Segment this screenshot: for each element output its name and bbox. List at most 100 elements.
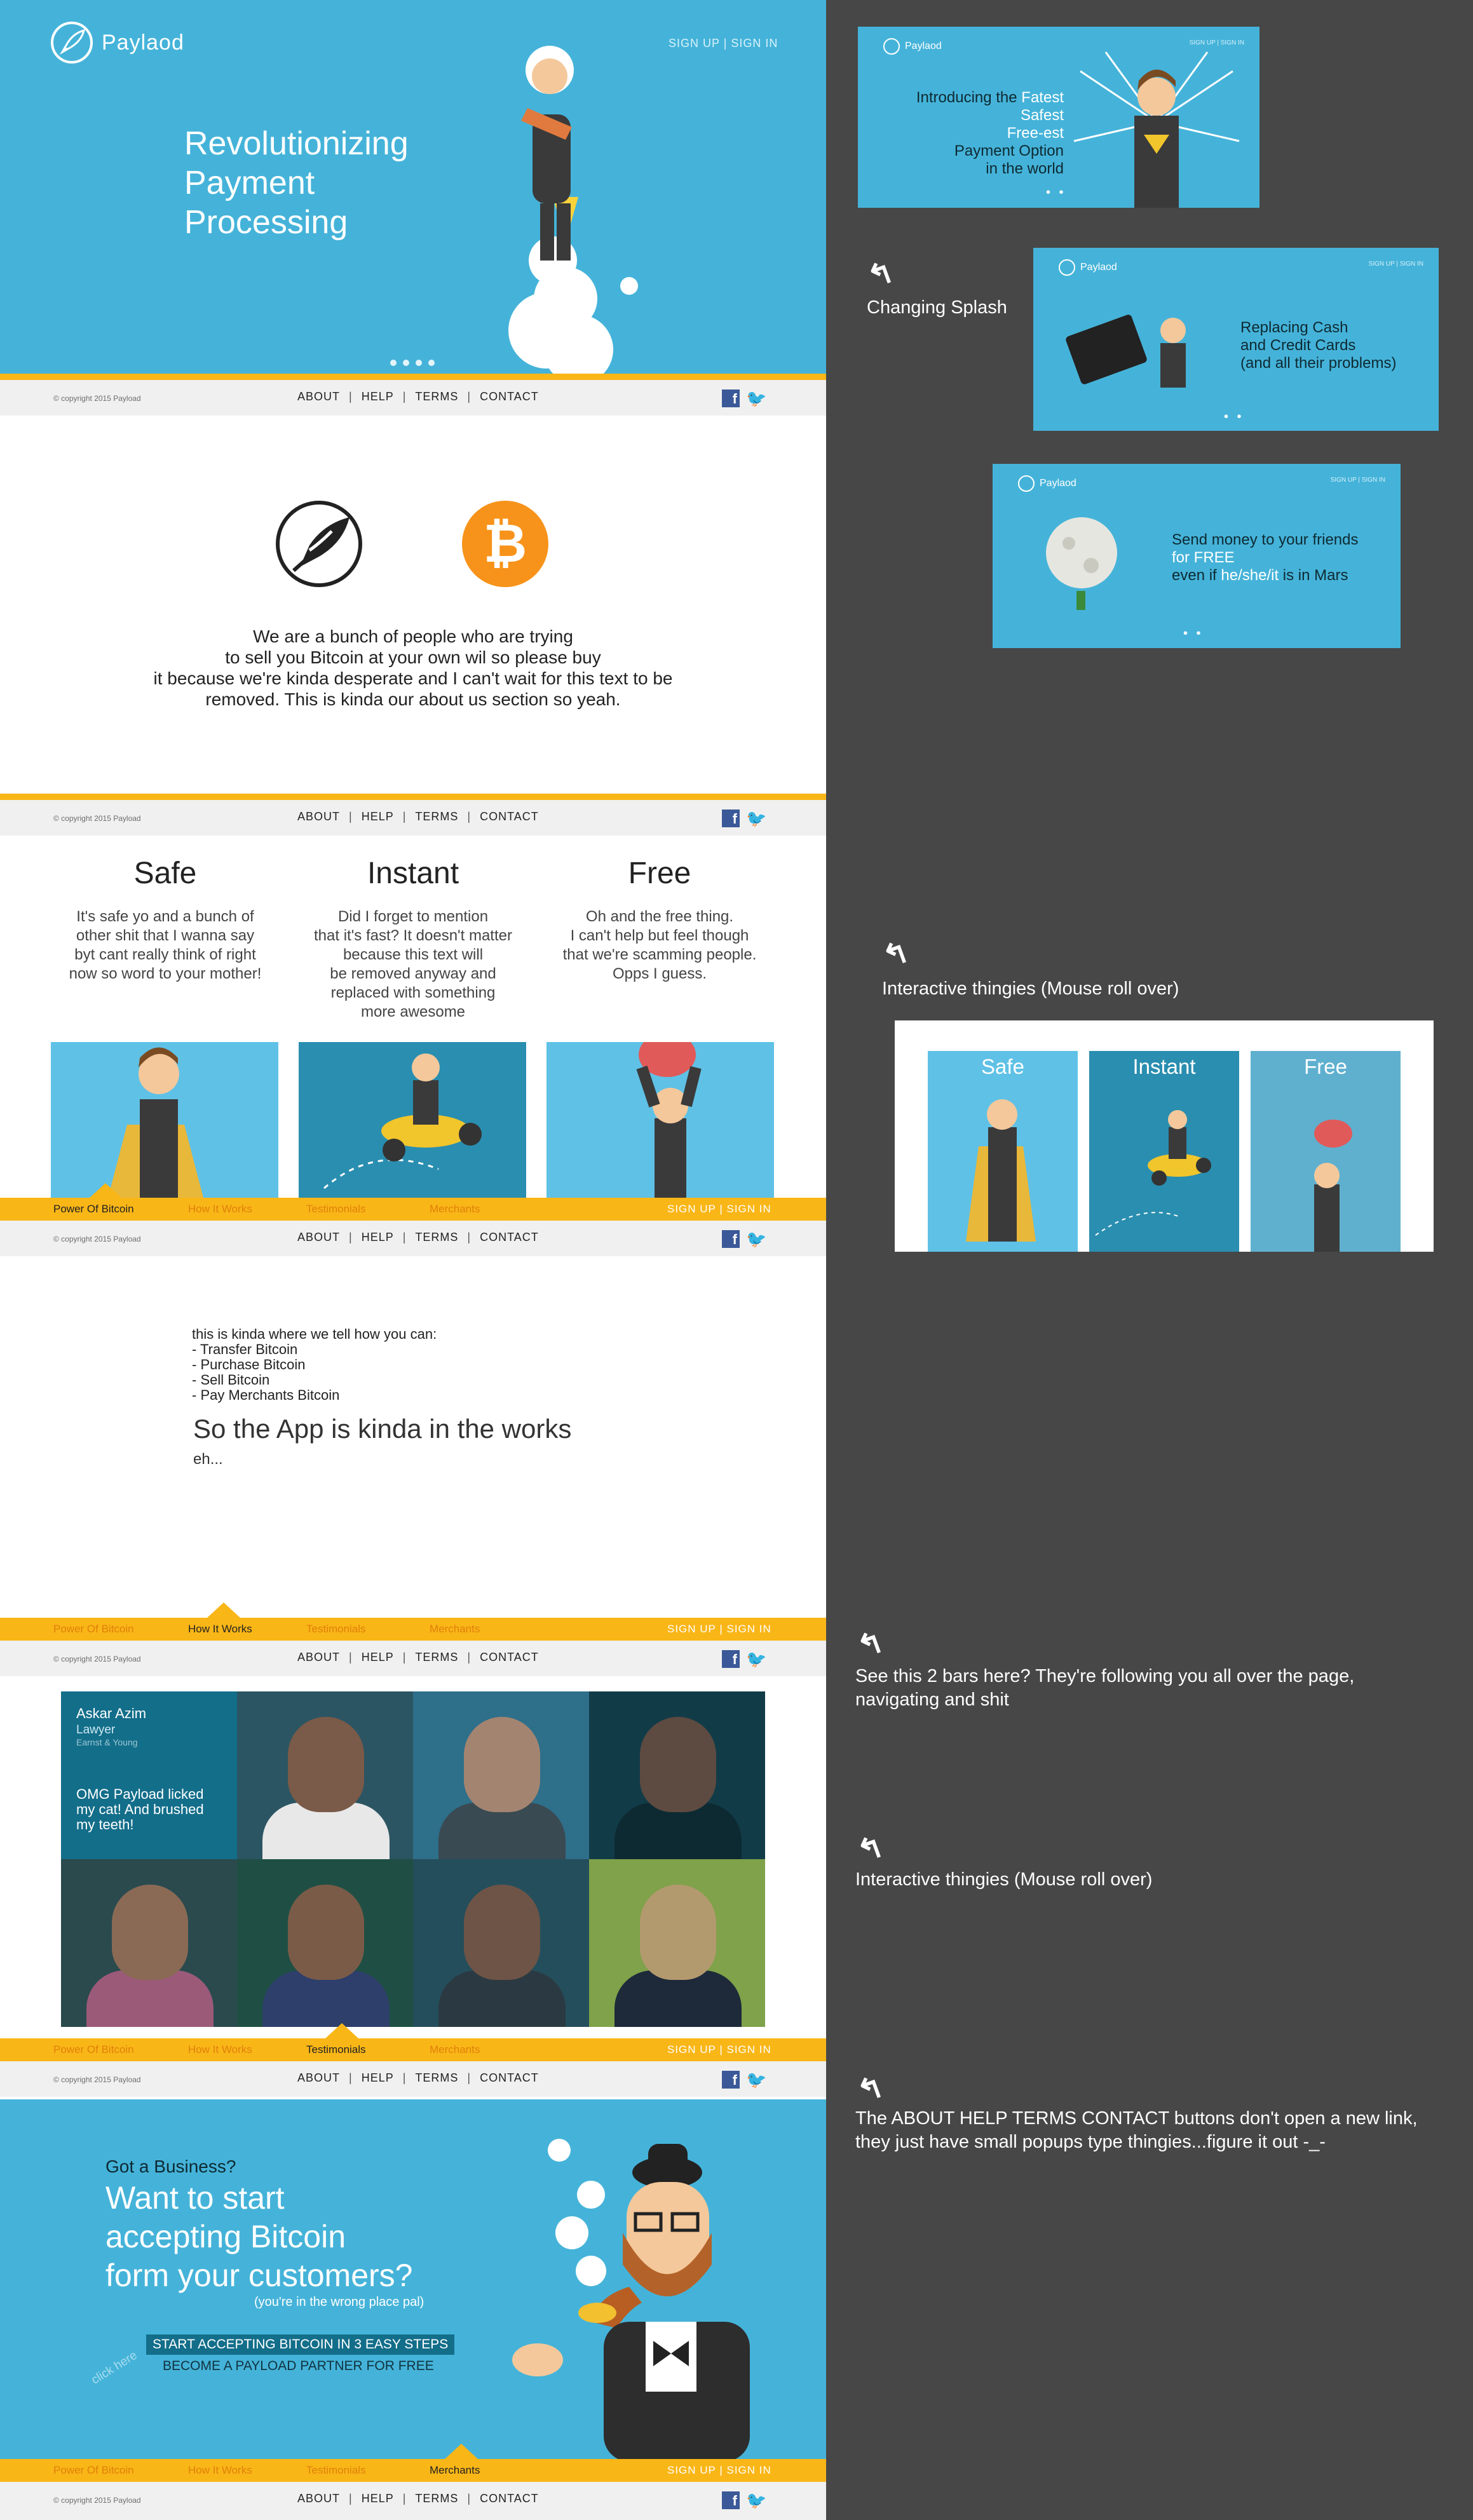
- footer-help-link[interactable]: HELP: [362, 1651, 394, 1664]
- feature-panel-free[interactable]: [546, 1033, 774, 1198]
- slide-dot[interactable]: [390, 360, 397, 366]
- twitter-icon[interactable]: 🐦: [746, 390, 766, 407]
- signin-link[interactable]: SIGN IN: [726, 1623, 771, 1635]
- brand-logo[interactable]: Paylaod: [51, 22, 184, 64]
- person-face: [464, 1717, 540, 1812]
- signup-link[interactable]: SIGN UP: [667, 2043, 716, 2056]
- footer-contact-link[interactable]: CONTACT: [480, 1651, 539, 1664]
- footer-contact-link[interactable]: CONTACT: [480, 810, 539, 823]
- nav-testimonials[interactable]: Testimonials: [306, 1623, 366, 1636]
- signup-link[interactable]: SIGN UP: [667, 1203, 716, 1215]
- testimonial-photo[interactable]: [589, 1859, 765, 2027]
- nav-merchants[interactable]: Merchants: [430, 2043, 480, 2056]
- nav-power-of-bitcoin[interactable]: Power Of Bitcoin: [53, 2464, 134, 2477]
- signin-link[interactable]: SIGN IN: [726, 2464, 771, 2476]
- slide-dot[interactable]: [403, 360, 409, 366]
- nav-merchants[interactable]: Merchants: [430, 1203, 480, 1216]
- start-accepting-button[interactable]: START ACCEPTING BITCOIN IN 3 EASY STEPS: [146, 2334, 455, 2355]
- footer-about-link[interactable]: ABOUT: [297, 1231, 340, 1244]
- footer-terms-link[interactable]: TERMS: [415, 1651, 458, 1664]
- thumb-dots: • •: [1046, 186, 1066, 200]
- nav-how-it-works[interactable]: How It Works: [188, 2464, 252, 2477]
- facebook-icon[interactable]: f: [722, 2071, 740, 2089]
- link-separator: |: [467, 810, 472, 823]
- feature-panel-safe[interactable]: [51, 1042, 278, 1198]
- nav-merchants[interactable]: Merchants: [430, 2464, 480, 2477]
- footer-about-link[interactable]: ABOUT: [297, 390, 340, 403]
- footer-help-link[interactable]: HELP: [362, 2492, 394, 2505]
- become-partner-link[interactable]: BECOME A PAYLOAD PARTNER FOR FREE: [163, 2359, 434, 2374]
- footer-about-link[interactable]: ABOUT: [297, 2492, 340, 2505]
- slide-dot[interactable]: [428, 360, 435, 366]
- testimonial-card-active[interactable]: Askar Azim Lawyer Earnst & Young OMG Pay…: [61, 1691, 237, 1859]
- signin-link[interactable]: SIGN IN: [726, 1203, 771, 1215]
- feature-line: byt cant really think of right: [74, 946, 256, 963]
- nav-testimonials[interactable]: Testimonials: [306, 1203, 366, 1216]
- svg-text:₿: ₿: [484, 512, 527, 574]
- signin-link[interactable]: SIGN IN: [731, 37, 778, 50]
- footer-help-link[interactable]: HELP: [362, 390, 394, 403]
- arrow-icon: ↰: [863, 254, 899, 295]
- nav-power-of-bitcoin[interactable]: Power Of Bitcoin: [53, 1203, 134, 1216]
- piggy-bank-illustration: [1314, 1120, 1352, 1252]
- facebook-icon[interactable]: f: [722, 1650, 740, 1668]
- twitter-icon[interactable]: 🐦: [746, 2071, 766, 2089]
- footer-about-link[interactable]: ABOUT: [297, 2071, 340, 2085]
- business-headline: Want to start accepting Bitcoin form you…: [105, 2179, 412, 2295]
- rollover-panel-free[interactable]: Free: [1251, 1051, 1401, 1252]
- footer-contact-link[interactable]: CONTACT: [480, 2071, 539, 2085]
- piggy-bank-illustration: [636, 1033, 702, 1198]
- nav-power-of-bitcoin[interactable]: Power Of Bitcoin: [53, 2043, 134, 2056]
- twitter-icon[interactable]: 🐦: [746, 1650, 766, 1668]
- nav-merchants[interactable]: Merchants: [430, 1623, 480, 1636]
- headline-line: accepting Bitcoin: [105, 2219, 346, 2254]
- footer-contact-link[interactable]: CONTACT: [480, 1231, 539, 1244]
- testimonial-photo[interactable]: [413, 1691, 589, 1859]
- slide-dot[interactable]: [416, 360, 422, 366]
- facebook-icon[interactable]: f: [722, 810, 740, 827]
- feature-panel-instant[interactable]: [299, 1042, 526, 1198]
- slide-dots[interactable]: [390, 360, 435, 366]
- footer-help-link[interactable]: HELP: [362, 1231, 394, 1244]
- facebook-icon[interactable]: f: [722, 390, 740, 407]
- thumb-signup: SIGN UP: [1330, 477, 1357, 484]
- nav-testimonials[interactable]: Testimonials: [306, 2464, 366, 2477]
- testimonial-photo[interactable]: [237, 1859, 413, 2027]
- nav-power-of-bitcoin[interactable]: Power Of Bitcoin: [53, 1623, 134, 1636]
- twitter-icon[interactable]: 🐦: [746, 1230, 766, 1248]
- signup-link[interactable]: SIGN UP: [667, 1623, 716, 1635]
- nav-how-it-works[interactable]: How It Works: [188, 2043, 252, 2056]
- footer-strip: © copyright 2015 Payload ABOUT | HELP | TE…: [0, 1641, 826, 1676]
- footer-terms-link[interactable]: TERMS: [415, 2492, 458, 2505]
- thumb-signup: SIGN UP: [1368, 261, 1395, 268]
- footer-terms-link[interactable]: TERMS: [415, 810, 458, 823]
- footer-contact-link[interactable]: CONTACT: [480, 2492, 539, 2505]
- footer-terms-link[interactable]: TERMS: [415, 1231, 458, 1244]
- signup-link[interactable]: SIGN UP: [667, 2464, 716, 2476]
- nav-testimonials[interactable]: Testimonials: [306, 2043, 366, 2056]
- facebook-icon[interactable]: f: [722, 2491, 740, 2509]
- rollover-panel-safe[interactable]: Safe: [928, 1051, 1078, 1252]
- testimonial-photo[interactable]: [589, 1691, 765, 1859]
- nav-how-it-works[interactable]: How It Works: [188, 1203, 252, 1216]
- footer-contact-link[interactable]: CONTACT: [480, 390, 539, 403]
- splash-line: Send money to your friends: [1172, 531, 1359, 548]
- twitter-icon[interactable]: 🐦: [746, 2491, 766, 2509]
- footer-terms-link[interactable]: TERMS: [415, 390, 458, 403]
- footer-about-link[interactable]: ABOUT: [297, 1651, 340, 1664]
- testimonial-photo[interactable]: [413, 1859, 589, 2027]
- footer-terms-link[interactable]: TERMS: [415, 2071, 458, 2085]
- footer-about-link[interactable]: ABOUT: [297, 810, 340, 823]
- facebook-icon[interactable]: f: [722, 1230, 740, 1248]
- footer-help-link[interactable]: HELP: [362, 2071, 394, 2085]
- signup-link[interactable]: SIGN UP: [669, 37, 720, 50]
- footer-help-link[interactable]: HELP: [362, 810, 394, 823]
- testimonial-photo[interactable]: [61, 1859, 237, 2027]
- twitter-icon[interactable]: 🐦: [746, 810, 766, 827]
- business-note: (you're in the wrong place pal): [254, 2295, 424, 2309]
- testimonial-photo[interactable]: [237, 1691, 413, 1859]
- nav-how-it-works[interactable]: How It Works: [188, 1623, 252, 1636]
- footer-strip: © copyright 2015 Payload ABOUT | HELP | TE…: [0, 1221, 826, 1256]
- rollover-panel-instant[interactable]: Instant: [1089, 1051, 1239, 1252]
- signin-link[interactable]: SIGN IN: [726, 2043, 771, 2056]
